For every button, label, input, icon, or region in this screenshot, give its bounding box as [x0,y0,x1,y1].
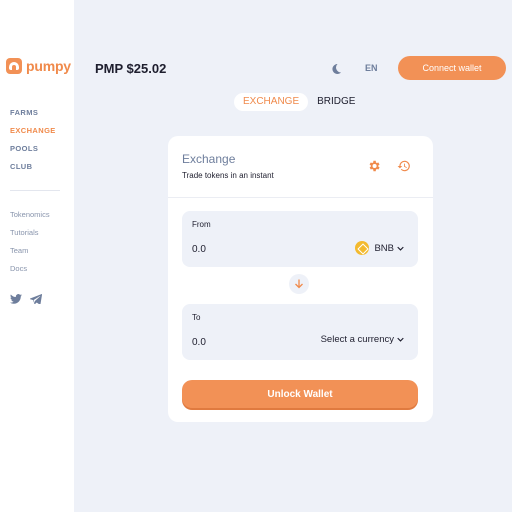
sidebar-link-docs[interactable]: Docs [10,264,50,282]
tab-exchange[interactable]: EXCHANGE [234,93,309,111]
telegram-icon[interactable] [29,291,43,305]
sidebar-item-exchange[interactable]: EXCHANGE [10,126,56,144]
card-title: Exchange [182,152,236,166]
unlock-wallet-button[interactable]: Unlock Wallet [182,380,418,408]
logo-text: pumpy [26,58,71,74]
moon-icon[interactable] [330,62,342,74]
sidebar-item-club[interactable]: CLUB [10,162,56,180]
from-label: From [192,220,211,229]
connect-wallet-button[interactable]: Connect wallet [398,56,506,80]
sidebar-item-pools[interactable]: POOLS [10,144,56,162]
sidebar-item-farms[interactable]: FARMS [10,108,56,126]
bnb-icon [355,241,370,255]
sidebar-link-team[interactable]: Team [10,246,50,264]
to-token-label: Select a currency [320,334,394,345]
sidebar: pumpy FARMS EXCHANGE POOLS CLUB Tokenomi… [0,0,74,512]
sidebar-links: Tokenomics Tutorials Team Docs [10,210,50,282]
language-selector[interactable]: EN [365,63,378,73]
token-price: PMP $25.02 [95,61,167,76]
chevron-down-icon [397,246,404,251]
swap-direction-button[interactable] [289,274,309,294]
card-divider [168,197,433,198]
pumpy-logo-icon [6,58,22,74]
tab-bridge[interactable]: BRIDGE [308,93,364,111]
logo[interactable]: pumpy [6,58,71,74]
to-label: To [192,313,201,322]
from-panel: From 0.0 BNB [182,211,418,267]
sidebar-link-tokenomics[interactable]: Tokenomics [10,210,50,228]
from-token-label: BNB [374,242,394,254]
from-token-selector[interactable]: BNB [355,241,404,255]
sidebar-link-tutorials[interactable]: Tutorials [10,228,50,246]
chevron-down-icon [397,337,404,342]
twitter-icon[interactable] [10,291,22,304]
gear-icon[interactable] [367,159,381,173]
history-icon[interactable] [397,159,411,173]
to-token-selector[interactable]: Select a currency [321,334,404,345]
sidebar-nav: FARMS EXCHANGE POOLS CLUB [10,108,56,180]
to-panel: To 0.0 Select a currency [182,304,418,360]
social-links [10,291,43,305]
page-tabs: EXCHANGE BRIDGE [234,93,364,111]
exchange-card: Exchange Trade tokens in an instant From… [168,136,433,422]
from-amount-input[interactable]: 0.0 [192,244,206,255]
sidebar-divider [10,190,60,191]
arrow-down-icon [295,279,303,289]
to-amount-input[interactable]: 0.0 [192,337,206,348]
card-subtitle: Trade tokens in an instant [182,171,274,180]
